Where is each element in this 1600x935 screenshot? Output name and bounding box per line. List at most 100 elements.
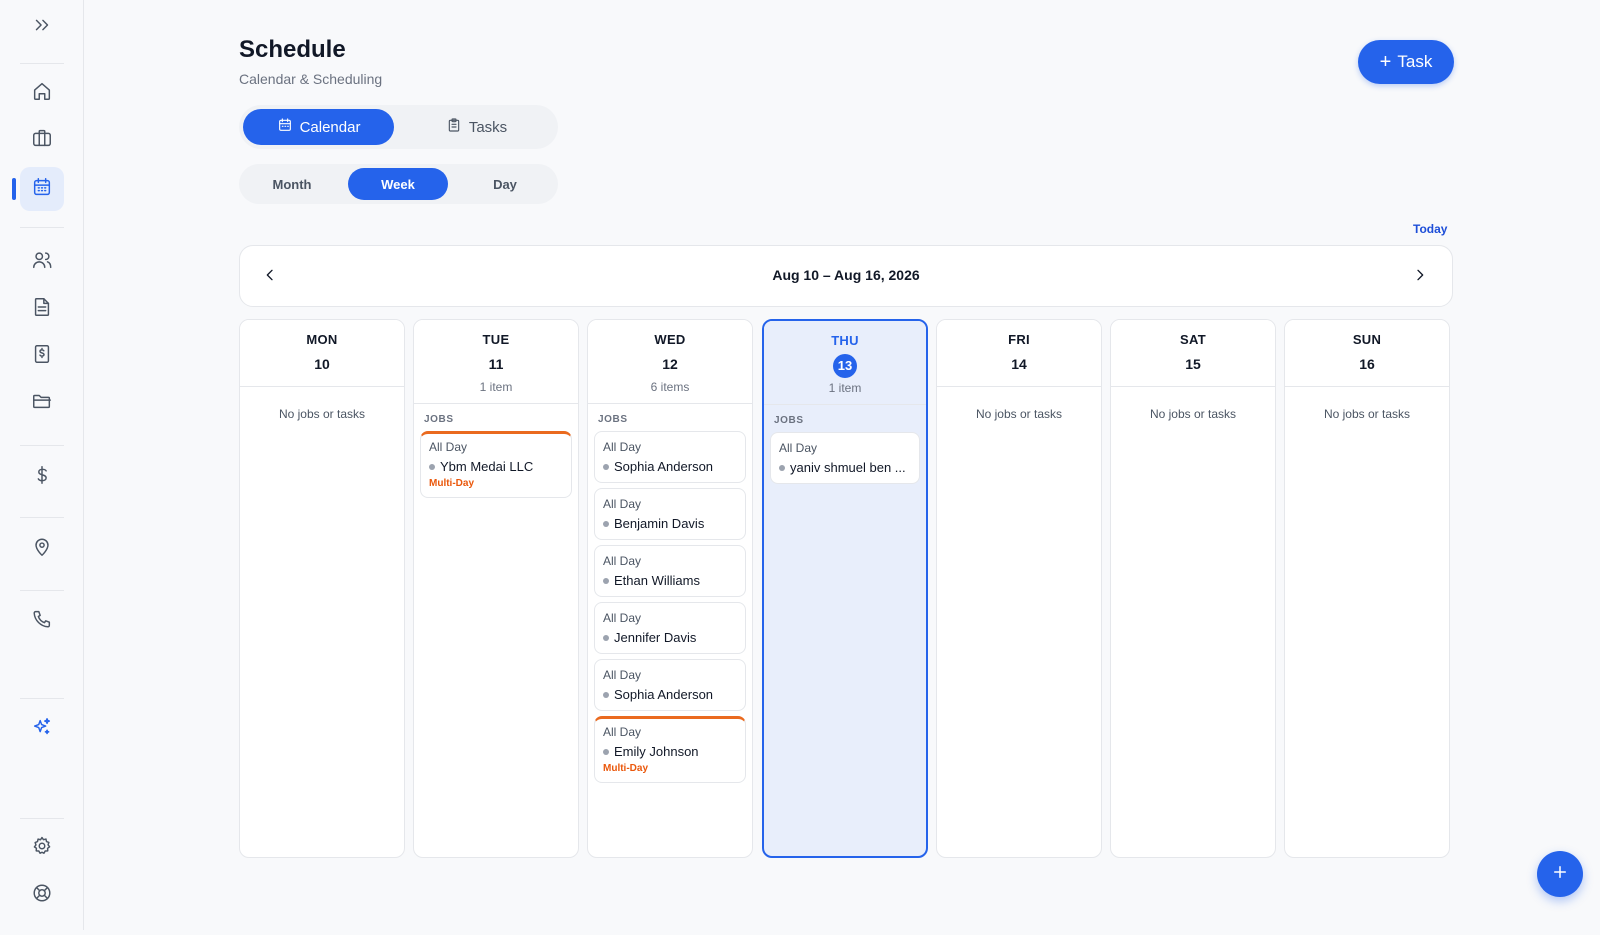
- day-header: TUE 11 1 item: [414, 320, 578, 404]
- status-dot: [603, 520, 609, 527]
- day-number: 15: [1185, 356, 1201, 372]
- job-time: All Day: [779, 441, 818, 455]
- day-of-week: SUN: [1352, 332, 1382, 347]
- tab-tasks[interactable]: Tasks: [399, 109, 554, 145]
- day-of-week: WED: [654, 332, 686, 347]
- sidebar-item-settings[interactable]: [20, 826, 64, 870]
- job-customer: Ybm Medai LLC: [429, 459, 563, 474]
- day-column-sat[interactable]: SAT 15 No jobs or tasks: [1110, 319, 1276, 858]
- job-list: All Day yaniv shmuel ben ...: [764, 426, 926, 484]
- chevron-right-icon: [1412, 267, 1428, 288]
- sidebar-item-invoices[interactable]: [20, 334, 64, 378]
- job-customer: Ethan Williams: [603, 573, 737, 588]
- tab-month[interactable]: Month: [243, 168, 341, 200]
- job-card[interactable]: All Day Jennifer Davis: [594, 602, 746, 654]
- empty-state: No jobs or tasks: [278, 407, 366, 421]
- item-count: 1 item: [479, 380, 513, 394]
- sidebar-item-map[interactable]: [20, 527, 64, 571]
- day-column-mon[interactable]: MON 10 No jobs or tasks: [239, 319, 405, 858]
- job-customer-name: Ybm Medai LLC: [440, 459, 534, 474]
- page-title: Schedule: [239, 36, 346, 63]
- invoice-icon: [31, 343, 53, 370]
- empty-state: No jobs or tasks: [975, 407, 1063, 421]
- sidebar-divider: [20, 698, 64, 699]
- tab-day[interactable]: Day: [456, 168, 554, 200]
- document-icon: [31, 296, 53, 323]
- sidebar-divider: [20, 590, 64, 591]
- tab-calendar[interactable]: Calendar: [243, 109, 394, 145]
- sidebar-item-customers[interactable]: [20, 240, 64, 284]
- sidebar-divider: [20, 517, 64, 518]
- day-of-week: THU: [831, 333, 859, 348]
- sidebar-item-ai[interactable]: [20, 707, 64, 751]
- day-header: SUN 16: [1285, 320, 1449, 387]
- expand-sidebar-button[interactable]: [20, 5, 64, 49]
- today-date-badge: 13: [833, 354, 857, 378]
- job-card[interactable]: All Day Emily Johnson Multi-Day: [594, 716, 746, 783]
- job-customer: Sophia Anderson: [603, 459, 737, 474]
- job-card[interactable]: All Day Ybm Medai LLC Multi-Day: [420, 431, 572, 498]
- job-card[interactable]: All Day Sophia Anderson: [594, 431, 746, 483]
- day-of-week: TUE: [482, 332, 510, 347]
- sidebar-item-calls[interactable]: [20, 599, 64, 643]
- sidebar-item-payments[interactable]: [20, 455, 64, 499]
- day-number: 11: [488, 356, 504, 372]
- status-dot: [429, 463, 435, 470]
- sidebar-item-documents[interactable]: [20, 287, 64, 331]
- day-number: 14: [1011, 356, 1027, 372]
- empty-state: No jobs or tasks: [1149, 407, 1237, 421]
- floating-add-button[interactable]: [1537, 851, 1583, 897]
- next-week-button[interactable]: [1408, 265, 1432, 289]
- sidebar-divider: [20, 818, 64, 819]
- job-customer-name: Sophia Anderson: [614, 459, 714, 474]
- job-customer-name: Benjamin Davis: [614, 516, 705, 531]
- range-switcher: Month Week Day: [239, 164, 558, 204]
- multi-day-badge: Multi-Day: [429, 478, 474, 489]
- sparkles-icon: [31, 716, 53, 743]
- item-count: 6 items: [650, 380, 690, 394]
- day-column-thu[interactable]: THU 13 1 item JOBS All Day yaniv shmuel ben .…: [762, 319, 928, 858]
- add-task-button[interactable]: + Task: [1358, 40, 1454, 84]
- day-number: 13: [764, 354, 926, 378]
- job-card[interactable]: All Day Sophia Anderson: [594, 659, 746, 711]
- tab-week[interactable]: Week: [348, 168, 448, 200]
- clipboard-icon: [446, 117, 462, 137]
- job-card[interactable]: All Day Ethan Williams: [594, 545, 746, 597]
- day-column-tue[interactable]: TUE 11 1 item JOBS All Day Ybm Medai LLC Multi…: [413, 319, 579, 858]
- day-column-sun[interactable]: SUN 16 No jobs or tasks: [1284, 319, 1450, 858]
- day-of-week: FRI: [1008, 332, 1030, 347]
- jobs-section-label: JOBS: [774, 415, 804, 426]
- job-time: All Day: [603, 668, 642, 682]
- plus-icon: [1551, 863, 1569, 886]
- date-navigator: Aug 10 – Aug 16, 2026: [239, 245, 1453, 307]
- day-header: SAT 15: [1111, 320, 1275, 387]
- job-time: All Day: [603, 440, 642, 454]
- sidebar-item-files[interactable]: [20, 381, 64, 425]
- job-customer-name: Emily Johnson: [614, 744, 699, 759]
- job-list: All Day Ybm Medai LLC Multi-Day: [414, 425, 578, 498]
- briefcase-icon: [31, 127, 53, 154]
- sidebar-item-help[interactable]: [20, 873, 64, 917]
- day-number: 12: [662, 356, 678, 372]
- sidebar-item-home[interactable]: [20, 71, 64, 115]
- job-time: All Day: [603, 611, 642, 625]
- today-button[interactable]: Today: [1413, 222, 1447, 236]
- job-card[interactable]: All Day Benjamin Davis: [594, 488, 746, 540]
- job-card[interactable]: All Day yaniv shmuel ben ...: [770, 432, 920, 484]
- status-dot: [779, 464, 785, 471]
- day-of-week: MON: [306, 332, 338, 347]
- sidebar-item-schedule[interactable]: [20, 167, 64, 211]
- job-list: All Day Sophia Anderson All Day Benjamin Da…: [588, 425, 752, 783]
- job-customer: Sophia Anderson: [603, 687, 737, 702]
- help-icon: [31, 882, 53, 909]
- job-customer-name: Jennifer Davis: [614, 630, 697, 645]
- day-header: MON 10: [240, 320, 404, 387]
- day-column-wed[interactable]: WED 12 6 items JOBS All Day Sophia Anderson Al…: [587, 319, 753, 858]
- date-range-label: Aug 10 – Aug 16, 2026: [772, 267, 920, 283]
- status-dot: [603, 634, 609, 641]
- status-dot: [603, 463, 609, 470]
- tab-tasks-label: Tasks: [468, 118, 508, 136]
- day-column-fri[interactable]: FRI 14 No jobs or tasks: [936, 319, 1102, 858]
- job-time: All Day: [603, 554, 642, 568]
- sidebar-item-jobs[interactable]: [20, 118, 64, 162]
